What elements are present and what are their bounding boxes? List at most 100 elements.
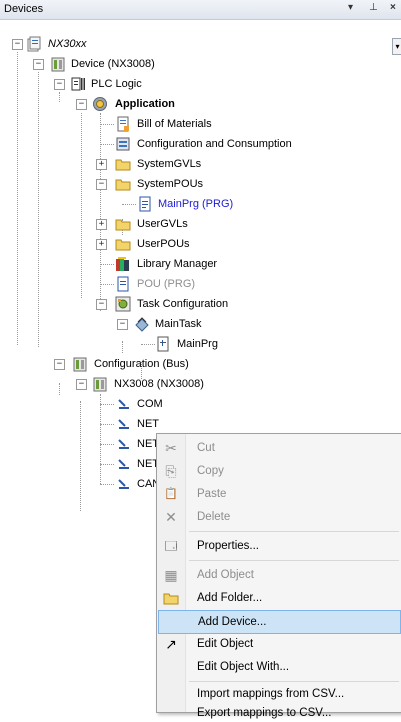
expand-icon[interactable]: + — [96, 239, 107, 250]
tree-label: NX30xx — [48, 38, 87, 50]
connector-icon — [118, 419, 129, 429]
menu-item-delete[interactable]: ✕ Delete — [157, 506, 401, 528]
configuration-icon — [116, 137, 130, 151]
menu-separator — [189, 681, 399, 682]
paste-icon: 📋 — [164, 488, 178, 500]
tree-node-library-manager[interactable]: Library Manager — [0, 254, 390, 274]
tree-node-userpous[interactable]: + UserPOUs — [0, 234, 390, 254]
tree-node-maintask[interactable]: − MainTask — [0, 314, 390, 334]
tree-label: SystemPOUs — [137, 178, 204, 190]
cut-icon: ✂ — [165, 440, 177, 456]
expand-icon[interactable]: + — [96, 159, 107, 170]
tree-connector — [100, 464, 114, 465]
tree-node-bill-of-materials[interactable]: Bill of Materials — [0, 114, 390, 134]
tree-label: Application — [115, 98, 175, 110]
connector-icon — [118, 399, 129, 409]
tree-node-config-consumption[interactable]: Configuration and Consumption — [0, 134, 390, 154]
tree-node-mainprg-prg[interactable]: MainPrg (PRG) — [0, 194, 390, 214]
tree-connector — [100, 444, 114, 445]
tree-connector — [122, 204, 136, 205]
context-menu: ✂ Cut ⎘ Copy 📋 Paste ✕ Delete 🗔 Properti… — [156, 433, 401, 719]
tree-label: POU (PRG) — [137, 278, 196, 290]
tree-node-configuration-bus[interactable]: − Configuration (Bus) — [0, 354, 390, 374]
menu-item-add-folder[interactable]: Add Folder... — [157, 587, 401, 609]
menu-item-edit-object-with[interactable]: Edit Object With... — [157, 656, 401, 678]
tree-node-root[interactable]: − NX30xx — [0, 34, 390, 54]
connector-icon — [118, 459, 129, 469]
tree-node-plc-logic[interactable]: − PLC Logic — [0, 74, 390, 94]
menu-item-add-object[interactable]: ▦ Add Object — [157, 564, 401, 586]
tree-node-systempous[interactable]: − SystemPOUs — [0, 174, 390, 194]
tree-label: SystemGVLs — [137, 158, 202, 170]
collapse-icon[interactable]: − — [54, 359, 65, 370]
panel-menu-button[interactable]: ▾ — [348, 2, 353, 13]
tree-node-task-configuration[interactable]: − Task Configuration — [0, 294, 390, 314]
tree-connector — [100, 144, 114, 145]
menu-item-paste[interactable]: 📋 Paste — [157, 483, 401, 505]
connector-icon — [118, 479, 129, 489]
menu-item-copy[interactable]: ⎘ Copy — [157, 460, 401, 482]
connector-icon — [118, 439, 129, 449]
tree-connector — [100, 264, 114, 265]
delete-icon: ✕ — [165, 509, 177, 525]
tree-node-mainprg-call[interactable]: MainPrg — [0, 334, 390, 354]
menu-item-export-csv[interactable]: Export mappings to CSV... — [157, 704, 401, 722]
collapse-icon[interactable]: − — [76, 99, 87, 110]
pin-icon[interactable]: ⊥ — [369, 2, 378, 13]
tree-connector — [141, 344, 155, 345]
menu-separator — [189, 560, 399, 561]
tree-node-systemgvls[interactable]: + SystemGVLs — [0, 154, 390, 174]
tree-node-can[interactable]: CAN — [0, 474, 160, 494]
task-icon — [135, 317, 149, 332]
device-icon — [73, 357, 87, 372]
collapse-icon[interactable]: − — [54, 79, 65, 90]
plc-logic-icon — [71, 77, 85, 91]
tree-node-nx3008[interactable]: − NX3008 (NX3008) — [0, 374, 390, 394]
tree-connector — [100, 124, 114, 125]
tree-node-net[interactable]: NET — [0, 414, 160, 434]
tree-node-application[interactable]: − Application — [0, 94, 390, 114]
tree-label: NX3008 (NX3008) — [114, 378, 204, 390]
application-gear-icon — [93, 97, 107, 111]
close-icon[interactable]: × — [390, 2, 396, 13]
tree-label: Device (NX3008) — [71, 58, 155, 70]
folder-icon — [115, 239, 131, 251]
tree-label: NET — [137, 418, 159, 430]
dropdown-arrow-icon[interactable]: ▾ — [392, 38, 401, 55]
properties-icon: 🗔 — [164, 539, 178, 553]
collapse-icon[interactable]: − — [33, 59, 44, 70]
tree-label: Configuration and Consumption — [137, 138, 292, 150]
tree-connector — [100, 424, 114, 425]
pou-document-icon — [139, 196, 151, 212]
menu-item-properties[interactable]: 🗔 Properties... — [157, 535, 401, 557]
menu-separator — [189, 531, 399, 532]
tree-node-pou-prg[interactable]: POU (PRG) — [0, 274, 390, 294]
panel-title: Devices — [4, 3, 44, 15]
tree-label: Configuration (Bus) — [94, 358, 189, 370]
tree-node-net[interactable]: NET — [0, 434, 160, 454]
add-object-icon: ▦ — [164, 567, 178, 583]
tree-node-usergvls[interactable]: + UserGVLs — [0, 214, 390, 234]
tree-label: Task Configuration — [137, 298, 229, 310]
menu-item-import-csv[interactable]: Import mappings from CSV... — [157, 683, 401, 705]
edit-object-icon: ↗ — [165, 636, 177, 652]
tree-connector — [100, 394, 101, 484]
tree-label: UserGVLs — [137, 218, 188, 230]
menu-item-cut[interactable]: ✂ Cut — [157, 437, 401, 459]
menu-item-edit-object[interactable]: ↗ Edit Object — [157, 633, 401, 655]
tree-node-net[interactable]: NET — [0, 454, 160, 474]
tree-label: MainTask — [155, 318, 202, 330]
collapse-icon[interactable]: − — [96, 299, 107, 310]
tree-node-com[interactable]: COM — [0, 394, 163, 414]
tree-connector — [100, 404, 114, 405]
collapse-icon[interactable]: − — [76, 379, 87, 390]
expand-icon[interactable]: + — [96, 219, 107, 230]
project-icon — [27, 36, 41, 52]
collapse-icon[interactable]: − — [117, 319, 128, 330]
collapse-icon[interactable]: − — [96, 179, 107, 190]
collapse-icon[interactable]: − — [12, 39, 23, 50]
tree-connector — [100, 484, 114, 485]
tree-node-device[interactable]: − Device (NX3008) — [0, 54, 390, 74]
menu-item-add-device[interactable]: Add Device... — [158, 610, 401, 634]
tree-label: COM — [137, 398, 163, 410]
